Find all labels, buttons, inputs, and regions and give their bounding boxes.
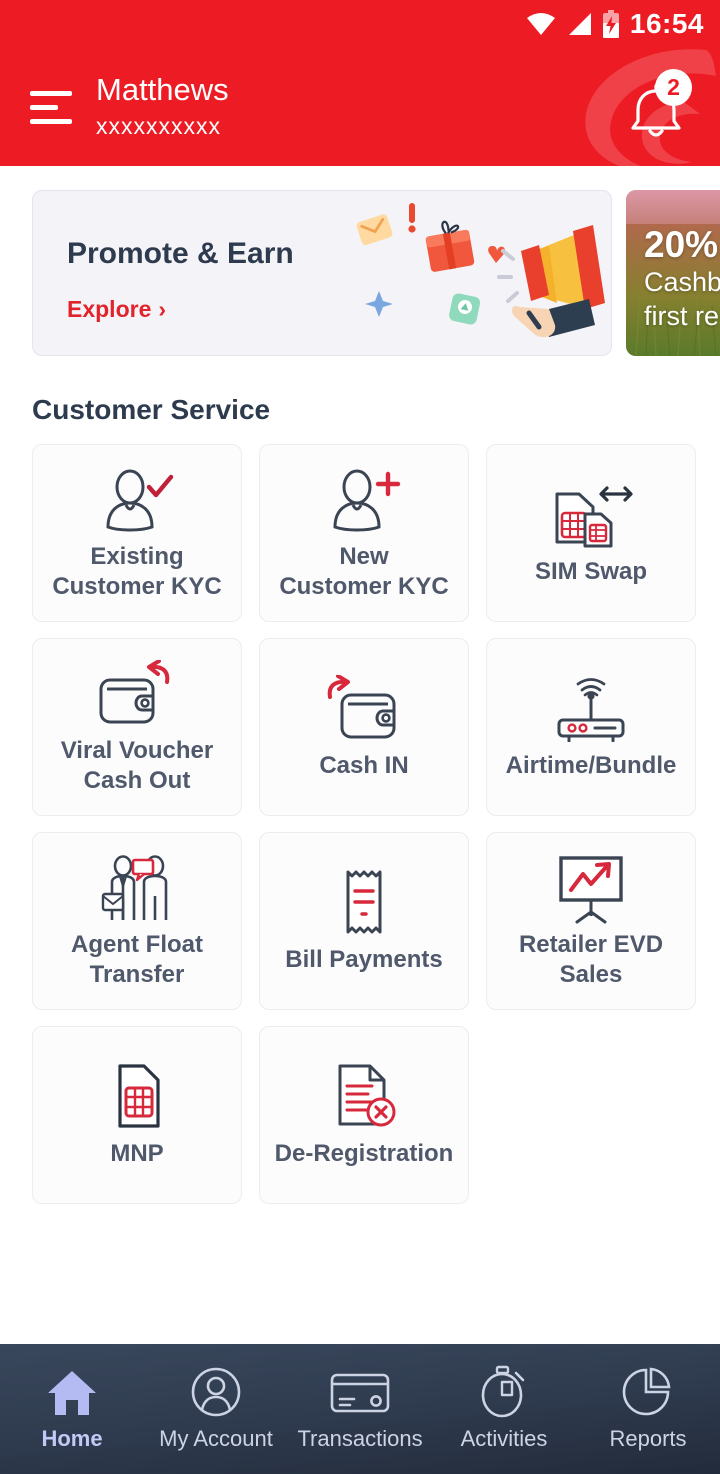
promo-carousel: Promote & Earn Explore › 20% Cashb first… <box>0 166 720 356</box>
app-root: 16:54 Matthews xxxxxxxxxx 2 Promote & Ea… <box>0 0 720 1474</box>
tile-label: De-Registration <box>274 1140 454 1167</box>
sim-card-icon <box>106 1061 168 1133</box>
cashback-banner[interactable]: 20% Cashb first re <box>626 190 720 356</box>
wallet-out-icon <box>95 658 179 730</box>
tile-existing-customer-kyc[interactable]: Existing Customer KYC <box>32 444 242 622</box>
router-icon <box>547 673 635 745</box>
sales-chart-icon <box>549 852 633 924</box>
promote-banner-explore-link[interactable]: Explore › <box>67 296 166 323</box>
bottom-navigation-bar: Home My Account Transactions Activities … <box>0 1344 720 1474</box>
user-circle-icon <box>190 1367 242 1417</box>
hamburger-menu-icon[interactable] <box>30 90 74 124</box>
home-icon <box>45 1367 99 1417</box>
tile-label: Agent Float Transfer <box>71 931 203 988</box>
nav-label: My Account <box>159 1425 273 1451</box>
nav-item-activities[interactable]: Activities <box>432 1365 576 1452</box>
cashback-percent: 20% <box>644 224 719 265</box>
cashback-banner-text: 20% Cashb first re <box>644 224 720 334</box>
tile-de-registration[interactable]: De-Registration <box>259 1026 469 1204</box>
user-check-icon <box>99 464 175 536</box>
notification-badge-count: 2 <box>655 69 692 106</box>
nav-label: Home <box>41 1425 103 1451</box>
promote-and-earn-banner[interactable]: Promote & Earn Explore › <box>32 190 612 356</box>
user-info: Matthews xxxxxxxxxx <box>96 72 229 142</box>
tile-retailer-evd-sales[interactable]: Retailer EVD Sales <box>486 832 696 1010</box>
nav-item-transactions[interactable]: Transactions <box>288 1367 432 1452</box>
user-name: Matthews <box>96 72 229 108</box>
tile-label: Viral Voucher Cash Out <box>60 737 214 794</box>
status-bar-clock: 16:54 <box>629 8 704 39</box>
status-bar: 16:54 <box>0 0 720 48</box>
nav-item-my-account[interactable]: My Account <box>144 1367 288 1452</box>
agent-transfer-icon <box>97 852 177 924</box>
chevron-right-icon: › <box>158 296 167 322</box>
tile-label: Cash IN <box>319 752 409 779</box>
nav-label: Reports <box>609 1425 687 1451</box>
app-header: Matthews xxxxxxxxxx 2 <box>0 48 720 166</box>
tile-sim-swap[interactable]: SIM Swap <box>486 444 696 622</box>
user-plus-icon <box>326 464 402 536</box>
cellular-signal-icon <box>568 13 591 35</box>
tile-label: Bill Payments <box>285 946 443 973</box>
tile-label: Retailer EVD Sales <box>518 931 664 988</box>
tile-label: SIM Swap <box>534 558 648 585</box>
pie-chart-icon <box>622 1367 674 1417</box>
nav-item-home[interactable]: Home <box>0 1367 144 1452</box>
cashback-line-2: first re <box>644 301 720 332</box>
tile-label: Airtime/Bundle <box>505 752 677 779</box>
wallet-in-icon <box>322 673 406 745</box>
user-msisdn: xxxxxxxxxx <box>96 112 221 139</box>
nav-item-reports[interactable]: Reports <box>576 1367 720 1452</box>
tile-mnp[interactable]: MNP <box>32 1026 242 1204</box>
tile-viral-voucher-cash-out[interactable]: Viral Voucher Cash Out <box>32 638 242 816</box>
tile-label: New Customer KYC <box>279 543 449 600</box>
cashback-line-1: Cashb <box>644 266 720 297</box>
wifi-icon <box>526 13 555 35</box>
nav-label: Transactions <box>297 1425 423 1451</box>
promote-banner-title: Promote & Earn <box>67 237 294 270</box>
sim-swap-icon <box>549 479 633 551</box>
explore-label: Explore <box>67 296 152 322</box>
tile-new-customer-kyc[interactable]: New Customer KYC <box>259 444 469 622</box>
tile-cash-in[interactable]: Cash IN <box>259 638 469 816</box>
tile-label: MNP <box>110 1140 164 1167</box>
tile-airtime-bundle[interactable]: Airtime/Bundle <box>486 638 696 816</box>
tile-label: Existing Customer KYC <box>52 543 222 600</box>
receipt-icon <box>336 867 392 939</box>
nav-label: Activities <box>460 1425 548 1451</box>
tile-agent-float-transfer[interactable]: Agent Float Transfer <box>32 832 242 1010</box>
notification-bell-button[interactable]: 2 <box>614 65 698 149</box>
megaphone-illustration <box>356 203 605 338</box>
section-title-customer-service: Customer Service <box>32 394 271 425</box>
document-remove-icon <box>328 1061 400 1133</box>
status-bar-icons <box>526 10 620 38</box>
stopwatch-icon <box>478 1365 530 1417</box>
tile-bill-payments[interactable]: Bill Payments <box>259 832 469 1010</box>
credit-card-icon <box>329 1367 391 1417</box>
battery-charging-icon <box>602 10 619 38</box>
customer-service-grid: Existing Customer KYC New Customer KYC S… <box>0 444 720 1204</box>
